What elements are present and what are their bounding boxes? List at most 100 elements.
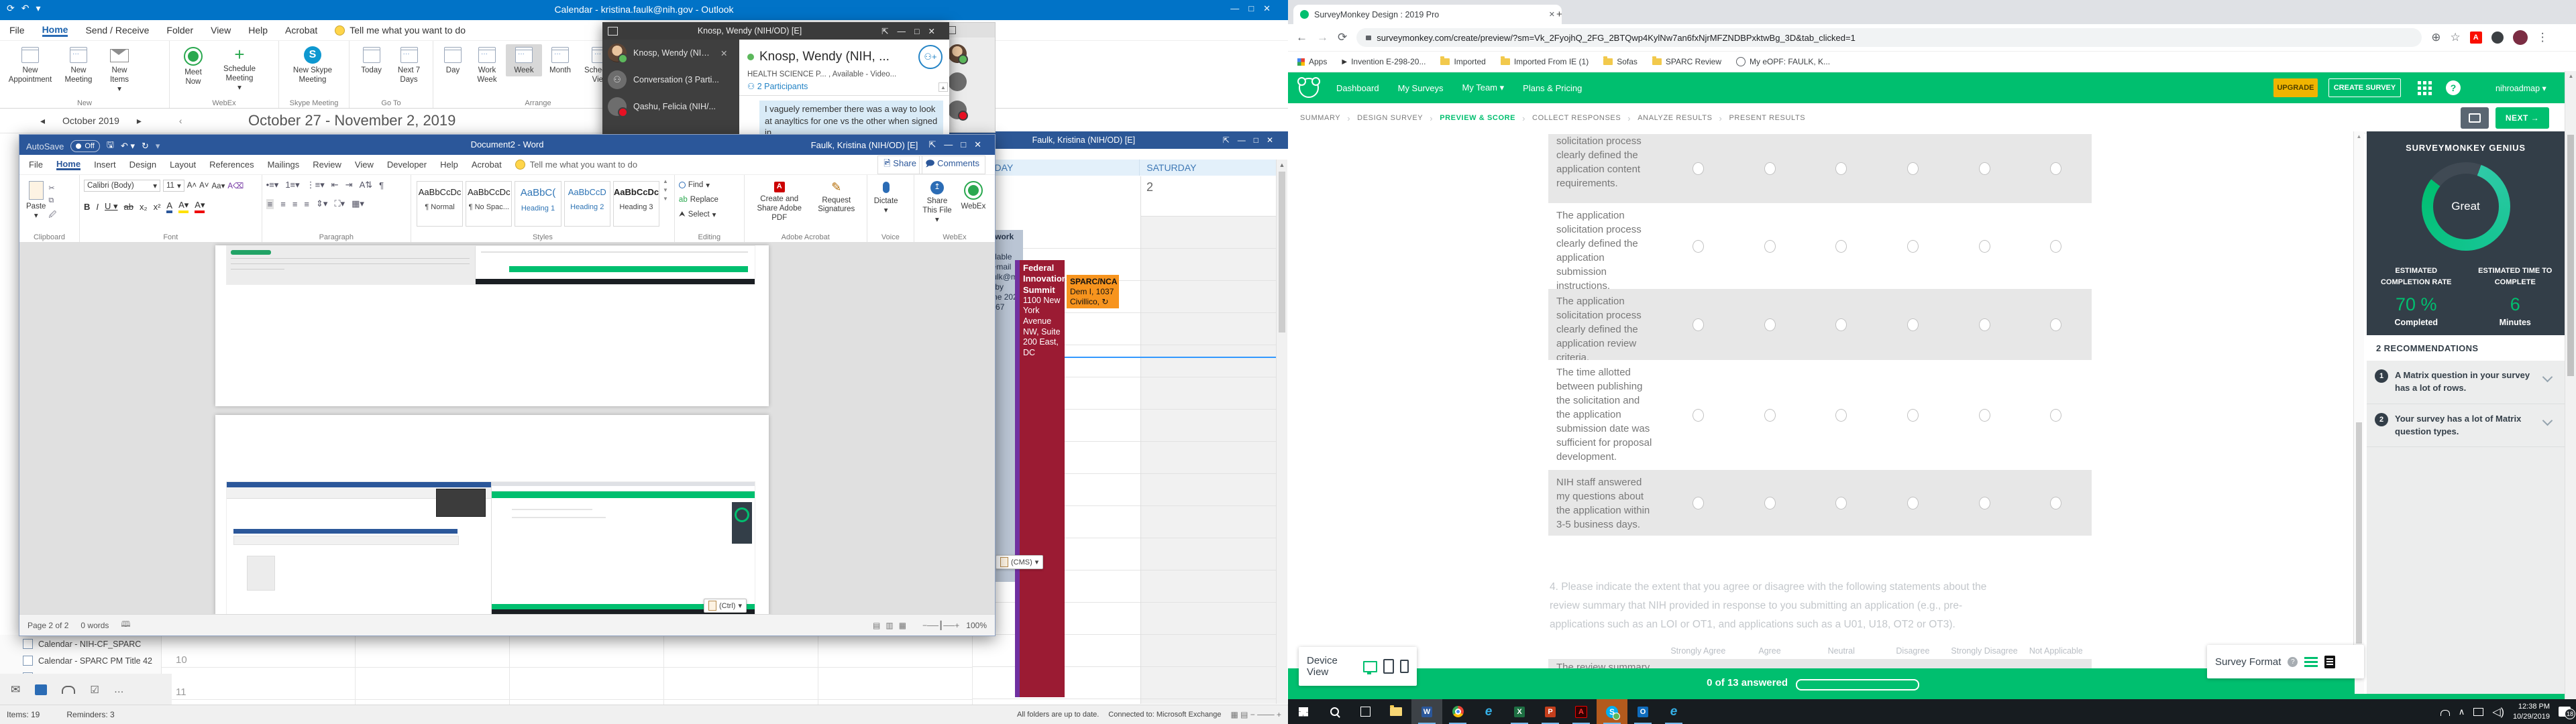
nav-dashboard[interactable]: Dashboard: [1336, 83, 1379, 93]
radio-cell[interactable]: [1805, 470, 1877, 536]
justify-icon[interactable]: ≡: [304, 199, 309, 209]
outlook-tab-send-receive[interactable]: Send / Receive: [85, 25, 149, 36]
survey-scrollbar[interactable]: ▲: [2353, 131, 2364, 694]
radio-button[interactable]: [1693, 318, 1704, 331]
share-this-file-button[interactable]: ↥Share This File ▾: [918, 178, 956, 225]
people-nav-icon[interactable]: [62, 686, 75, 694]
browser-tab[interactable]: SurveyMonkey Design : 2019 Pro ✕: [1293, 5, 1562, 24]
calendar-chip[interactable]: (CMS)▾: [996, 555, 1043, 569]
bullets-icon[interactable]: •≡▾: [266, 180, 279, 190]
powerpoint-taskbar-button[interactable]: P: [1535, 699, 1566, 724]
radio-button[interactable]: [1764, 409, 1776, 422]
font-size-select[interactable]: 11▾: [163, 180, 184, 192]
skype-window-controls[interactable]: ⇱—□✕: [881, 26, 944, 36]
dictate-button[interactable]: Dictate ▾: [871, 178, 901, 217]
radio-cell[interactable]: [2020, 289, 2092, 360]
radio-cell[interactable]: [1662, 134, 1734, 203]
radio-button[interactable]: [1764, 240, 1776, 253]
nav-my-surveys[interactable]: My Surveys: [1398, 83, 1444, 93]
request-signatures-button[interactable]: ✎Request Signatures: [810, 178, 863, 215]
scroll-up-arrow[interactable]: ▲: [2354, 131, 2364, 141]
radio-button[interactable]: [1835, 240, 1847, 253]
radio-button[interactable]: [1907, 497, 1919, 509]
window-controls[interactable]: ⇱—□✕: [1223, 135, 1281, 145]
radio-cell[interactable]: [1734, 134, 1806, 203]
scrollbar-thumb[interactable]: [1279, 172, 1285, 333]
step-preview-score[interactable]: PREVIEW & SCORE: [1440, 114, 1515, 122]
calendar-checkbox-item[interactable]: Calendar - NIH-CF_SPARC: [0, 635, 161, 649]
increase-indent-icon[interactable]: ⇥: [345, 180, 353, 190]
outlook-tab-file[interactable]: File: [9, 25, 25, 36]
outlook-taskbar-button[interactable]: O: [1627, 699, 1658, 724]
schedule-meeting-button[interactable]: +Schedule Meeting ▾: [213, 44, 266, 93]
excel-taskbar-button[interactable]: X: [1504, 699, 1535, 724]
bookmark-item[interactable]: ▶Invention E-298-20...: [1342, 57, 1426, 66]
add-participant-button[interactable]: ⚇+: [918, 45, 943, 69]
avatar[interactable]: [948, 72, 967, 91]
forward-button[interactable]: →: [1317, 31, 1328, 44]
word-tab-references[interactable]: References: [209, 160, 254, 170]
radio-cell[interactable]: [1805, 203, 1877, 289]
ie-taskbar-button[interactable]: e: [1473, 699, 1504, 724]
task-view-button[interactable]: [1350, 699, 1381, 724]
strikethrough-button[interactable]: ab: [124, 202, 133, 212]
zoom-slider[interactable]: −──┃──+: [922, 621, 959, 630]
radio-cell[interactable]: [2020, 470, 2092, 536]
radio-button[interactable]: [2050, 318, 2061, 331]
scroll-up-arrow[interactable]: ▲: [1277, 160, 1287, 170]
desktop-view-icon[interactable]: [1363, 661, 1377, 672]
radio-button[interactable]: [1979, 409, 1990, 422]
multilevel-icon[interactable]: ⋮≡▾: [307, 180, 325, 190]
ie2-taskbar-button[interactable]: e: [1658, 699, 1689, 724]
upgrade-button[interactable]: UPGRADE: [2273, 78, 2318, 97]
borders-icon[interactable]: ▦▾: [352, 198, 364, 209]
style-heading2[interactable]: AaBbCcDHeading 2: [564, 181, 610, 227]
radio-button[interactable]: [1835, 318, 1847, 331]
radio-cell[interactable]: [1662, 470, 1734, 536]
step-analyze[interactable]: ANALYZE RESULTS: [1638, 114, 1712, 122]
word-tab-layout[interactable]: Layout: [170, 160, 196, 170]
tasks-nav-icon[interactable]: ☑: [90, 684, 99, 696]
word-window-controls[interactable]: ⇱—□✕: [928, 139, 989, 150]
surveymonkey-logo[interactable]: [1299, 78, 1319, 98]
word-tab-view[interactable]: View: [355, 160, 374, 170]
profile-avatar[interactable]: [2513, 30, 2528, 45]
word-tab-mailings[interactable]: Mailings: [268, 160, 300, 170]
day-view-button[interactable]: Day: [437, 44, 468, 76]
superscript-button[interactable]: x²: [154, 202, 161, 212]
radio-button[interactable]: [2050, 497, 2061, 509]
style-heading3[interactable]: AaBbCcDcHeading 3: [613, 181, 659, 227]
extension-icon[interactable]: [2491, 32, 2504, 44]
calendar-checkbox-item[interactable]: Calendar - SPARC PM Title 42: [0, 649, 161, 666]
radio-cell[interactable]: [1949, 360, 2021, 470]
italic-button[interactable]: I: [96, 202, 99, 212]
word-count[interactable]: 0 words: [80, 621, 109, 630]
find-button[interactable]: Find ▾: [679, 180, 710, 190]
word-titlebar[interactable]: AutoSave Off 🖫 ↶ ▾ ↻ ▾ Document2 - Word …: [19, 135, 995, 155]
word-document-area[interactable]: (Ctrl)▾: [19, 242, 995, 614]
radio-cell[interactable]: [1662, 289, 1734, 360]
apps-shortcut[interactable]: Apps: [1297, 57, 1327, 66]
highlight-button[interactable]: A▾: [178, 200, 189, 213]
replace-button[interactable]: abReplace: [679, 196, 718, 204]
radio-button[interactable]: [1835, 497, 1847, 509]
more-nav-icon[interactable]: …: [114, 684, 124, 695]
bookmark-star-icon[interactable]: ☆: [2451, 31, 2461, 44]
nav-my-team[interactable]: My Team ▾: [1462, 82, 1505, 93]
saturday-column[interactable]: [1140, 217, 1287, 704]
event-federal-innovation-summit[interactable]: Federal Innovation Summit1100 New York A…: [1015, 260, 1065, 697]
radio-button[interactable]: [2050, 409, 2061, 422]
shading-icon[interactable]: ⛶▾: [334, 198, 345, 209]
clear-format-icon[interactable]: A⌫: [227, 181, 244, 190]
scrollbar-thumb[interactable]: [2356, 422, 2362, 644]
radio-button[interactable]: [1764, 318, 1776, 331]
month-view-button[interactable]: Month: [542, 44, 578, 76]
calendar-scrollbar[interactable]: ▲: [1276, 160, 1287, 704]
chrome-menu-icon[interactable]: ⋮: [2537, 31, 2548, 44]
outlook-tab-folder[interactable]: Folder: [166, 25, 193, 36]
grow-font-icon[interactable]: A˄: [187, 182, 197, 190]
nav-plans-pricing[interactable]: Plans & Pricing: [1523, 83, 1582, 93]
adobe-extension-icon[interactable]: A: [2470, 32, 2482, 44]
apps-waffle-icon[interactable]: [2418, 81, 2421, 84]
radio-button[interactable]: [1835, 162, 1847, 175]
